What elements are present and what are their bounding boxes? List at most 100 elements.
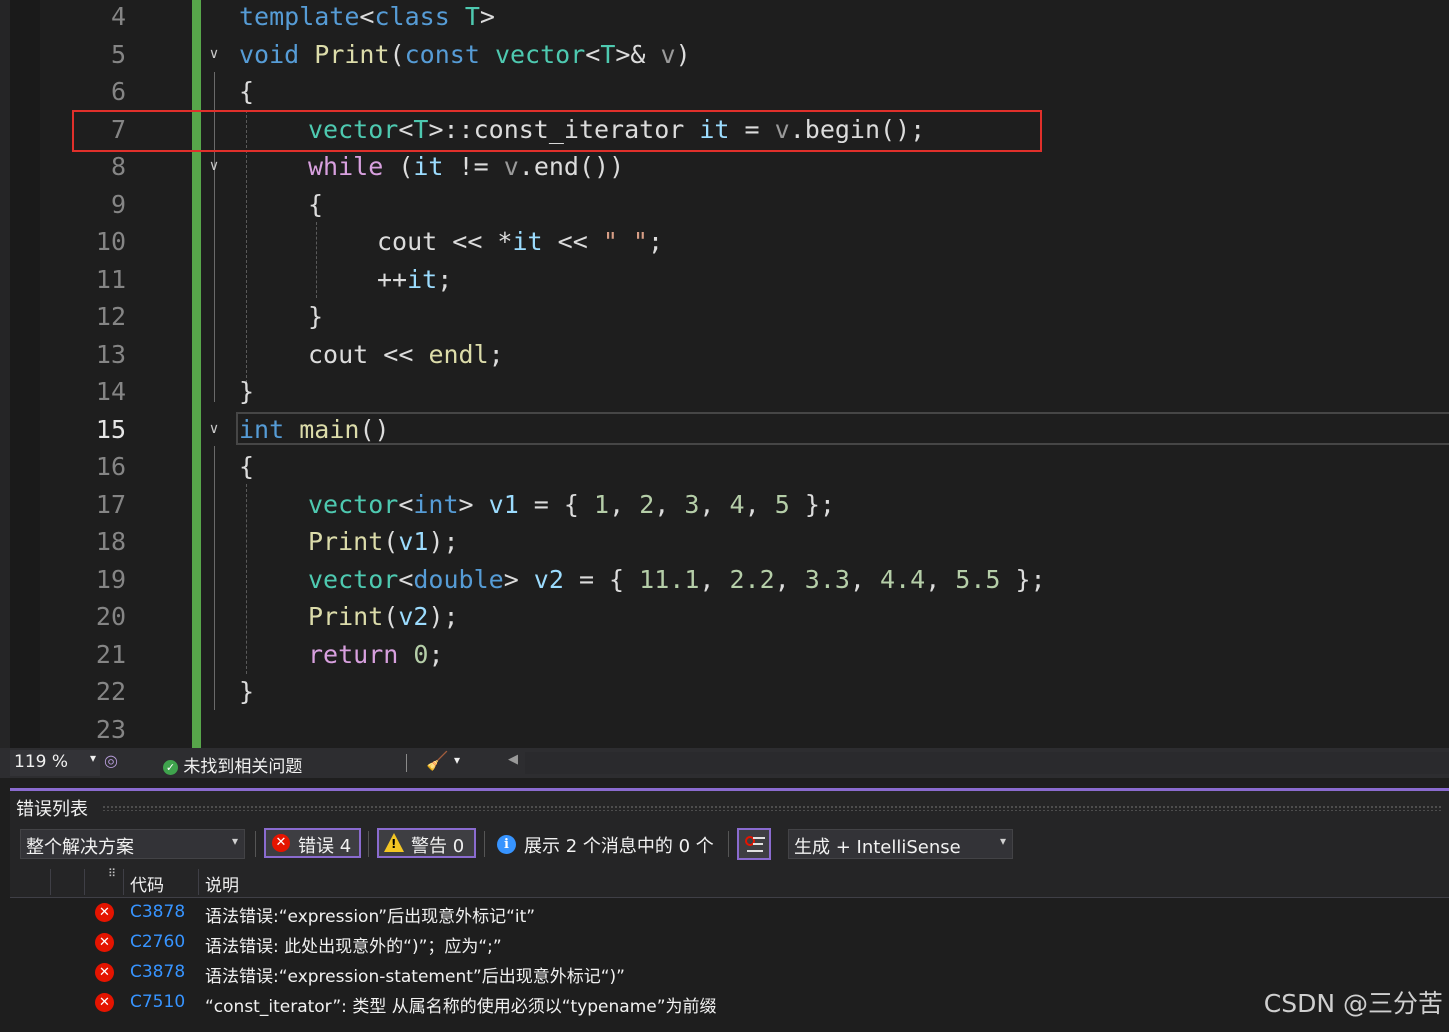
code-line[interactable]: 13 cout << endl; (0, 336, 1449, 374)
chevron-down-icon[interactable]: ▾ (454, 753, 460, 767)
build-source-dropdown[interactable]: 生成 + IntelliSense ▾ (788, 829, 1013, 859)
table-row[interactable]: ✕ C2760 语法错误: 此处出现意外的“)”；应为“;” (10, 928, 1449, 958)
error-icon: ✕ (95, 963, 114, 982)
scope-dropdown[interactable]: 整个解决方案 ▾ (20, 829, 245, 859)
divider (255, 831, 256, 857)
code-text[interactable]: void Print(const vector<T>& v) (239, 36, 691, 74)
divider (368, 831, 369, 857)
scroll-left-icon[interactable]: ◀ (508, 752, 518, 767)
table-header: ⠿ 代码 说明 (10, 867, 1449, 898)
code-text[interactable]: int main() (239, 411, 390, 449)
code-line[interactable]: 6 { (0, 73, 1449, 111)
code-line[interactable]: 11 ++it; (0, 261, 1449, 299)
code-text[interactable]: vector<double> v2 = { 11.1, 2.2, 3.3, 4.… (308, 561, 1046, 599)
error-description: 语法错误: 此处出现意外的“)”；应为“;” (205, 937, 502, 957)
code-text[interactable]: } (308, 298, 323, 336)
horizontal-scrollbar[interactable] (525, 752, 1449, 774)
line-number: 23 (95, 714, 126, 744)
code-text[interactable]: Print(v1); (308, 523, 459, 561)
fold-chevron-icon[interactable]: ∨ (205, 148, 223, 186)
code-line[interactable]: 23 (0, 711, 1449, 749)
code-line[interactable]: 16 { (0, 448, 1449, 486)
error-code-link[interactable]: C7510 (130, 992, 185, 1012)
line-number: 8 (110, 152, 126, 181)
code-text[interactable]: cout << endl; (308, 336, 504, 374)
fold-chevron-icon[interactable]: ∨ (205, 36, 223, 74)
code-text[interactable]: } (239, 673, 254, 711)
error-list-toolbar: 整个解决方案 ▾ ✕ 错误 4 ! 警告 0 i 展示 2 个消息中的 0 个 … (10, 827, 1449, 863)
code-text[interactable]: { (239, 73, 254, 111)
line-number: 12 (95, 302, 126, 331)
error-code-link[interactable]: C2760 (130, 932, 185, 952)
code-line[interactable]: 17 vector<int> v1 = { 1, 2, 3, 4, 5 }; (0, 486, 1449, 524)
line-number: 10 (95, 227, 126, 256)
panel-splitter[interactable] (0, 778, 1449, 788)
warnings-filter-button[interactable]: ! 警告 0 (377, 828, 476, 858)
line-number: 17 (95, 489, 126, 519)
code-line[interactable]: 21 return 0; (0, 636, 1449, 674)
error-table: ⠿ 代码 说明 ✕ C3878 语法错误:“expression”后出现意外标记… (10, 867, 1449, 1032)
column-header-code[interactable]: 代码 (130, 871, 164, 896)
divider (728, 831, 729, 857)
errors-count-label: 错误 4 (298, 836, 352, 857)
code-cleanup-brush-icon[interactable]: 🧹 (426, 751, 448, 772)
error-icon: ✕ (95, 933, 114, 952)
table-row[interactable]: ✕ C3878 语法错误:“expression”后出现意外标记“it” (10, 898, 1449, 928)
table-row[interactable]: ✕ C7510 “const_iterator”: 类型 从属名称的使用必须以“… (10, 988, 1449, 1018)
chevron-down-icon[interactable]: ▾ (90, 751, 96, 765)
warning-icon: ! (384, 833, 404, 852)
build-source-value: 生成 + IntelliSense (794, 837, 961, 858)
code-line[interactable]: 9 { (0, 186, 1449, 224)
code-line[interactable]: 12 } (0, 298, 1449, 336)
code-text[interactable]: while (it != v.end()) (308, 148, 624, 186)
code-line[interactable]: 10 cout << *it << " "; (0, 223, 1449, 261)
code-line[interactable]: 4 template<class T> (0, 0, 1449, 36)
health-indicator[interactable]: ✓ 未找到相关问题 (163, 752, 302, 777)
code-text[interactable]: Print(v2); (308, 598, 459, 636)
error-code-link[interactable]: C3878 (130, 962, 185, 982)
error-description: 语法错误:“expression”后出现意外标记“it” (205, 907, 536, 927)
line-number: 6 (110, 77, 126, 106)
code-line[interactable]: 5 ∨ void Print(const vector<T>& v) (0, 36, 1449, 74)
code-editor[interactable]: 4 template<class T> 5 ∨ void Print(const… (0, 0, 1449, 748)
copilot-icon[interactable]: ◎ (104, 751, 118, 770)
scope-value: 整个解决方案 (26, 837, 134, 858)
code-text[interactable]: ++it; (377, 261, 452, 299)
check-circle-icon: ✓ (163, 759, 178, 775)
line-number: 18 (95, 527, 126, 556)
line-number: 19 (95, 564, 126, 594)
code-text[interactable]: vector<int> v1 = { 1, 2, 3, 4, 5 }; (308, 486, 835, 524)
code-line[interactable]: 8 ∨ while (it != v.end()) (0, 148, 1449, 186)
column-pin-icon[interactable]: ⠿ (108, 867, 116, 880)
line-number: 11 (95, 264, 126, 294)
code-line-current[interactable]: 15 ∨ int main() (0, 411, 1449, 449)
line-number: 22 (95, 677, 126, 706)
messages-filter-label[interactable]: 展示 2 个消息中的 0 个 (524, 832, 714, 858)
code-line[interactable]: 19 vector<double> v2 = { 11.1, 2.2, 3.3,… (0, 561, 1449, 599)
chevron-down-icon: ▾ (231, 834, 238, 848)
code-text[interactable]: { (308, 186, 323, 224)
filter-toggle-button[interactable] (737, 828, 771, 860)
code-line[interactable]: 22 } (0, 673, 1449, 711)
code-text[interactable]: template<class T> (239, 0, 495, 36)
fold-chevron-icon[interactable]: ∨ (205, 411, 223, 449)
info-icon[interactable]: i (497, 835, 516, 854)
code-text[interactable]: cout << *it << " "; (377, 223, 663, 261)
code-line[interactable]: 18 Print(v1); (0, 523, 1449, 561)
panel-title[interactable]: 错误列表 (16, 795, 88, 821)
errors-filter-button[interactable]: ✕ 错误 4 (264, 828, 361, 858)
code-text[interactable]: return 0; (308, 636, 444, 674)
line-number: 14 (95, 377, 126, 406)
code-text[interactable]: } (239, 373, 254, 411)
error-description: “const_iterator”: 类型 从属名称的使用必须以“typename… (205, 997, 717, 1017)
table-row[interactable]: ✕ C3878 语法错误:“expression-statement”后出现意外… (10, 958, 1449, 988)
zoom-combo[interactable]: 119 % ▾ (10, 750, 100, 776)
code-line[interactable]: 14 } (0, 373, 1449, 411)
error-list-panel: 错误列表 整个解决方案 ▾ ✕ 错误 4 ! 警告 0 i 展示 2 个消息中的… (10, 788, 1449, 1032)
panel-drag-grip[interactable] (102, 805, 1442, 811)
line-number: 21 (95, 639, 126, 669)
column-header-description[interactable]: 说明 (205, 871, 239, 896)
error-code-link[interactable]: C3878 (130, 902, 185, 922)
code-line[interactable]: 20 Print(v2); (0, 598, 1449, 636)
code-text[interactable]: { (239, 448, 254, 486)
